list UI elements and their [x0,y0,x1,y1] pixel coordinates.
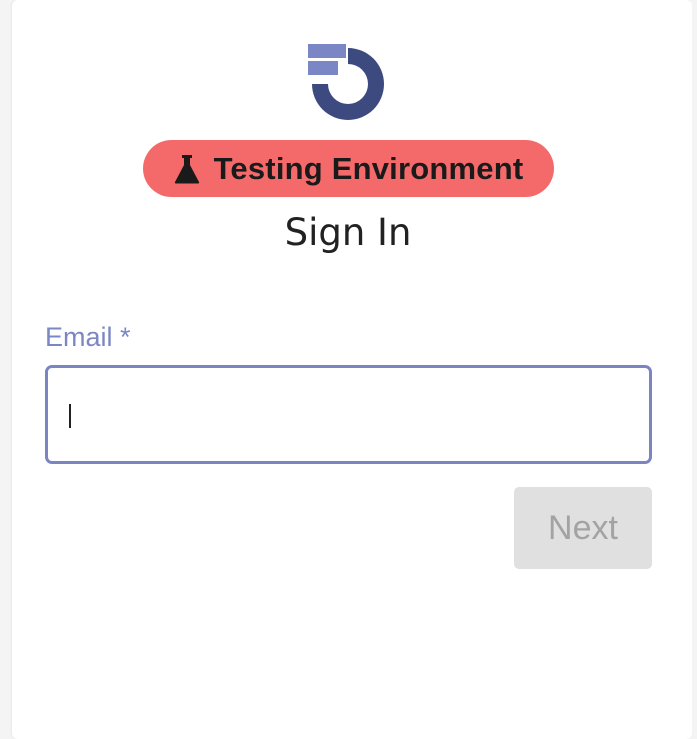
environment-badge: Testing Environment [143,140,554,197]
app-logo [308,44,384,120]
flask-icon [174,154,199,183]
page-title: Sign In [284,211,412,254]
next-button[interactable]: Next [514,487,652,569]
email-field[interactable] [45,365,652,464]
sign-in-card: Testing Environment Sign In Email * Next [12,0,692,739]
environment-label: Testing Environment [213,150,524,186]
email-label: Email * [45,322,131,352]
text-caret [69,404,71,428]
